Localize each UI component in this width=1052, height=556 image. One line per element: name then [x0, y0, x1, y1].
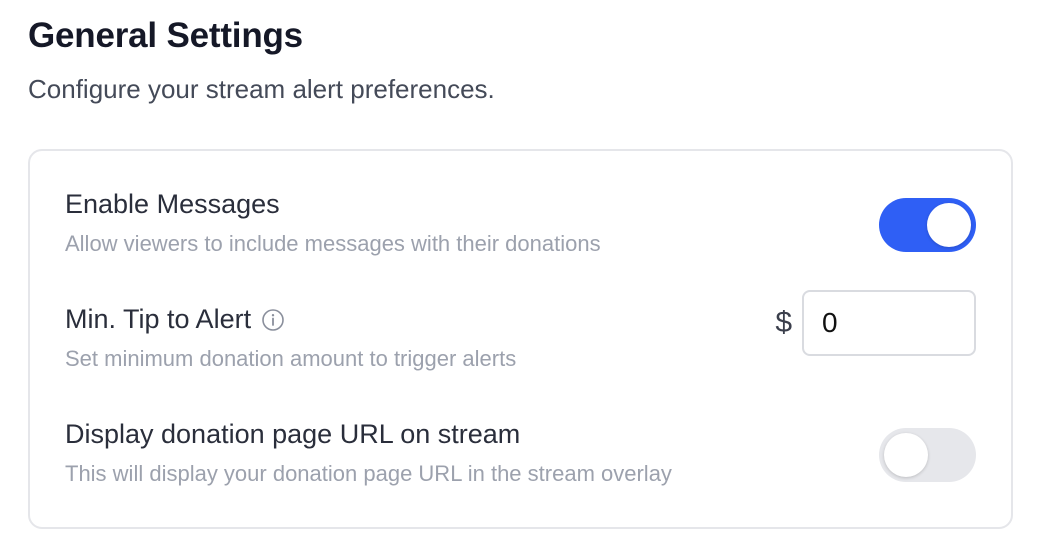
page-subtitle: Configure your stream alert preferences. [28, 74, 495, 104]
display-url-toggle[interactable] [879, 428, 976, 482]
setting-row-enable-messages: Enable Messages Allow viewers to include… [65, 189, 976, 269]
display-url-description: This will display your donation page URL… [65, 461, 672, 486]
toggle-knob [884, 433, 928, 477]
display-url-label: Display donation page URL on stream [65, 419, 521, 449]
settings-card: Enable Messages Allow viewers to include… [28, 149, 1013, 529]
toggle-knob [927, 203, 971, 247]
info-circle-icon[interactable] [261, 308, 285, 332]
page-title: General Settings [28, 16, 303, 55]
min-tip-label: Min. Tip to Alert [65, 304, 252, 334]
setting-row-display-url: Display donation page URL on stream This… [65, 419, 976, 499]
enable-messages-label: Enable Messages [65, 189, 280, 219]
min-tip-label-group: Min. Tip to Alert [65, 304, 285, 335]
currency-symbol: $ [775, 306, 792, 339]
min-tip-input[interactable] [802, 290, 976, 356]
enable-messages-description: Allow viewers to include messages with t… [65, 231, 601, 256]
settings-page: General Settings Configure your stream a… [0, 0, 1052, 556]
min-tip-description: Set minimum donation amount to trigger a… [65, 346, 517, 371]
min-tip-input-group: $ [775, 290, 976, 356]
setting-row-min-tip: Min. Tip to Alert Set minimum donation a… [65, 290, 976, 384]
enable-messages-toggle[interactable] [879, 198, 976, 252]
